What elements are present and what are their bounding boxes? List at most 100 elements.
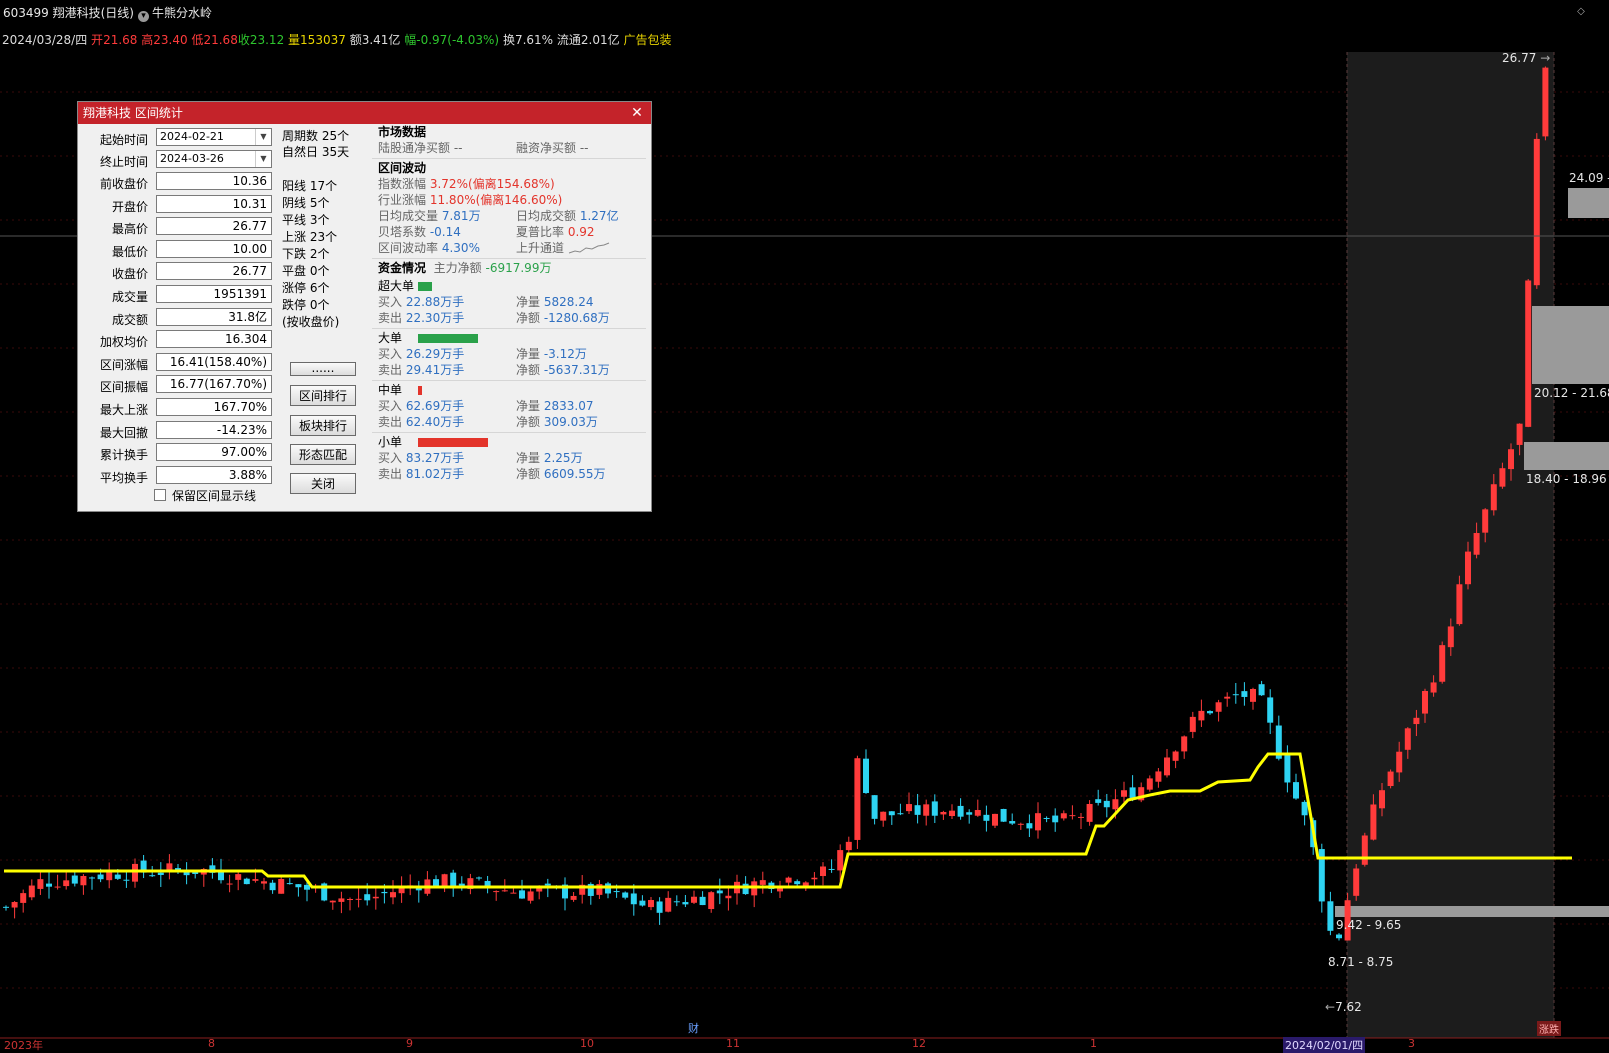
candle-body: [630, 893, 637, 905]
candle-body: [759, 880, 766, 885]
stat-value[interactable]: 3.88%: [156, 465, 272, 484]
candle-body: [1508, 449, 1514, 470]
candle-body: [1155, 771, 1162, 782]
candle-body: [37, 879, 44, 889]
info-icon[interactable]: ▾: [138, 11, 149, 22]
stat-value[interactable]: 26.77: [156, 217, 272, 236]
stat-label: 区间涨幅: [99, 357, 148, 372]
fund-sell: 卖出 81.02万手: [378, 467, 465, 481]
keep-line-label: 保留区间显示线: [172, 489, 257, 503]
stat-value[interactable]: 10.31: [156, 194, 272, 213]
amount-value: 额3.41亿: [349, 33, 401, 47]
stat-row: 开盘价 10.31: [82, 194, 272, 216]
candle-body: [252, 879, 259, 881]
stat-label: 最低价: [111, 244, 148, 259]
candle-body: [544, 883, 551, 886]
candle-body: [97, 874, 104, 880]
candle-body: [983, 814, 990, 821]
candle-body: [673, 901, 680, 903]
keep-line-checkbox[interactable]: [154, 489, 166, 501]
stat-value[interactable]: 31.8亿: [156, 307, 272, 326]
interval-stats-dialog[interactable]: 翔港科技 区间统计 ✕ 起始时间 2024-02-21 ▼ 终止时间 2024-0…: [77, 101, 652, 512]
stat-value[interactable]: 10.36: [156, 172, 272, 190]
candle-body: [1060, 813, 1067, 819]
dialog-titlebar[interactable]: 翔港科技 区间统计 ✕: [78, 102, 651, 124]
candle-body: [940, 811, 947, 815]
stat-value[interactable]: 10.00: [156, 239, 272, 258]
start-date-picker[interactable]: 2024-02-21 ▼: [156, 128, 272, 146]
stat-row: 区间振幅 16.77(167.70%): [82, 375, 272, 396]
candle-body: [1224, 696, 1231, 699]
finance-marker[interactable]: 财: [688, 1020, 699, 1036]
stat-value[interactable]: 16.41(158.40%): [156, 352, 272, 371]
candle-body: [243, 878, 250, 885]
indicator-name[interactable]: 牛熊分水岭: [152, 6, 212, 20]
yang-count: 阳线 17个: [282, 179, 338, 193]
quote-bar: 2024/03/28/四 开21.68 高23.40 低21.68收23.12 …: [2, 31, 671, 49]
end-date-picker[interactable]: 2024-03-26 ▼: [156, 150, 272, 168]
candle-body: [304, 884, 310, 890]
close-icon[interactable]: ✕: [629, 102, 645, 124]
candle-body: [1043, 817, 1050, 819]
candle-body: [880, 811, 887, 821]
candle-body: [295, 884, 302, 888]
pattern-match-button[interactable]: 形态匹配: [290, 444, 356, 465]
limit-down-count: 跌停 0个: [282, 298, 330, 312]
vol-label: 量: [288, 33, 301, 47]
low-label: 低: [191, 33, 204, 47]
candle-body: [364, 894, 371, 901]
sector-rank-button[interactable]: 板块排行: [290, 415, 356, 436]
fund-net-vol: 净量 5828.24: [516, 295, 594, 309]
stat-label: 前收盘价: [99, 177, 148, 191]
end-time-label: 终止时间: [99, 155, 148, 169]
candle-body: [1172, 751, 1179, 761]
stat-value[interactable]: 97.00%: [156, 443, 272, 462]
low-value: 21.68: [203, 33, 238, 47]
stat-value[interactable]: 1951391: [156, 285, 272, 303]
collapse-icon[interactable]: ◇: [1575, 6, 1587, 18]
fund-net-vol: 净量 2833.07: [516, 399, 594, 413]
candle-body: [742, 883, 749, 895]
price-zone: [1524, 442, 1609, 470]
candle-body: [845, 841, 852, 851]
candle-body: [1241, 691, 1248, 697]
start-time-row: 起始时间 2024-02-21 ▼: [82, 128, 272, 149]
interval-rank-button[interactable]: 区间排行: [290, 385, 356, 406]
candle-body: [802, 882, 809, 886]
x-axis-label: 3: [1408, 1037, 1415, 1050]
candle-body: [527, 891, 534, 901]
divider: [372, 158, 646, 159]
fund-group-bar: [418, 282, 432, 291]
end-time-row: 终止时间 2024-03-26 ▼: [82, 150, 272, 171]
stat-value[interactable]: 26.77: [156, 262, 272, 281]
candle-body: [355, 898, 362, 900]
candle-body: [639, 900, 646, 906]
zhangdie-marker[interactable]: 涨跌: [1537, 1021, 1561, 1036]
candle-body: [1533, 138, 1540, 286]
fund-group-name: 大单: [378, 331, 403, 345]
stat-row: 收盘价 26.77: [82, 262, 272, 283]
flat-line-count: 平线 3个: [282, 213, 330, 227]
x-axis-label: 9: [406, 1037, 413, 1050]
candle-body: [1267, 697, 1274, 723]
stat-row: 前收盘价 10.36: [82, 172, 272, 193]
candle-body: [536, 888, 543, 892]
candle-body: [785, 877, 792, 883]
chevron-down-icon[interactable]: ▼: [255, 129, 271, 145]
candle-body: [132, 863, 138, 882]
flat-count: 平盘 0个: [282, 264, 330, 278]
x-axis-label: 1: [1090, 1037, 1097, 1050]
stat-value[interactable]: 16.304: [156, 330, 272, 349]
stat-value[interactable]: 16.77(167.70%): [156, 375, 272, 394]
candle-body: [931, 801, 938, 816]
more-button[interactable]: ......: [290, 362, 356, 376]
stat-value[interactable]: 167.70%: [156, 398, 272, 416]
stat-value[interactable]: -14.23%: [156, 420, 272, 439]
keep-line-checkbox-row[interactable]: 保留区间显示线: [154, 488, 256, 504]
candle-body: [1387, 771, 1394, 787]
chevron-down-icon[interactable]: ▼: [255, 151, 271, 167]
sector-value[interactable]: 广告包装: [623, 33, 671, 47]
candle-body: [837, 850, 844, 871]
close-button[interactable]: 关闭: [290, 473, 356, 494]
stock-code-name: 603499 翔港科技(日线): [3, 6, 134, 20]
